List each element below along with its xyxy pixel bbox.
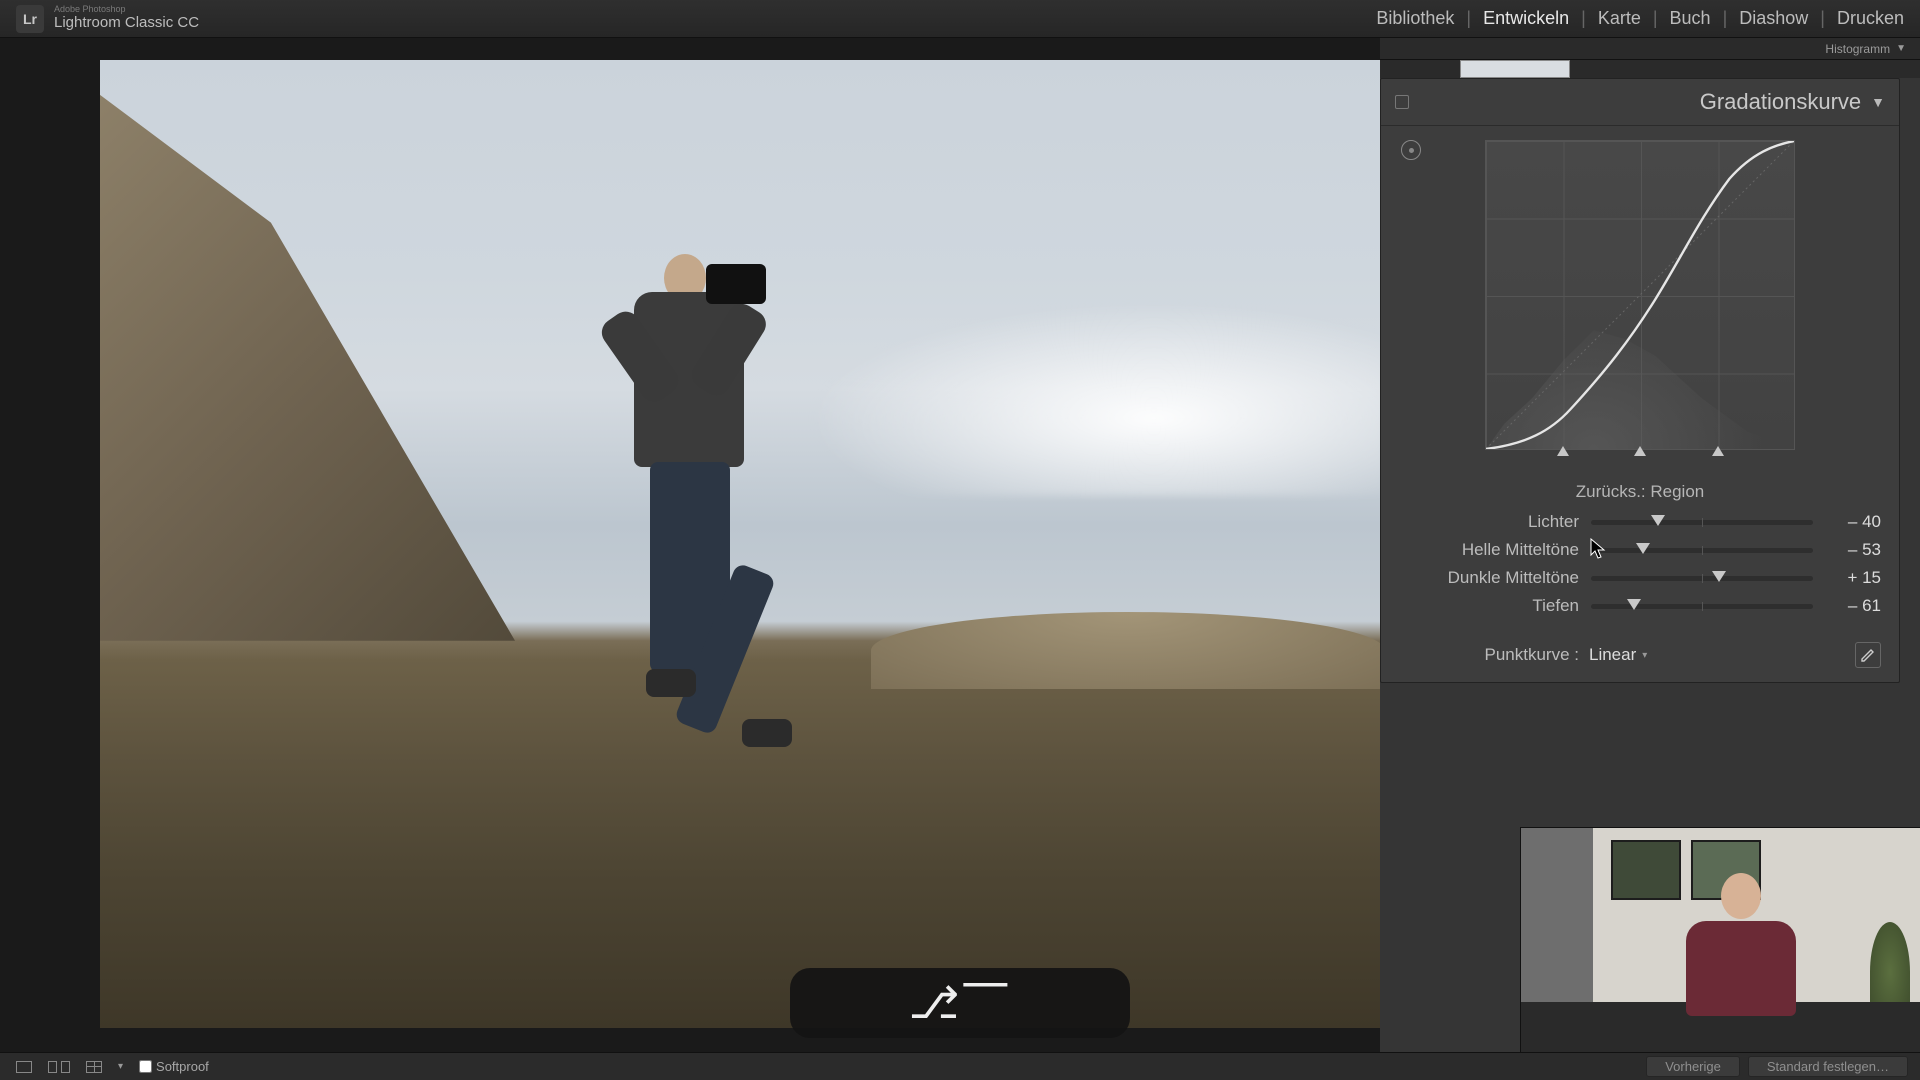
slider-label: Lichter: [1399, 512, 1579, 532]
view-before-after-button[interactable]: [44, 1059, 74, 1075]
keyboard-overlay: ⎇⎺: [790, 968, 1130, 1038]
panel-header[interactable]: Gradationskurve ▼: [1381, 79, 1899, 126]
softproof-toggle[interactable]: Softproof: [135, 1057, 213, 1076]
module-print[interactable]: Drucken: [1837, 8, 1904, 29]
image-canvas[interactable]: [100, 60, 1385, 1028]
app-topbar: Lr Adobe Photoshop Lightroom Classic CC …: [0, 0, 1920, 38]
app-identity: Lr Adobe Photoshop Lightroom Classic CC: [16, 5, 199, 33]
slider-thumb[interactable]: [1712, 571, 1726, 585]
region-split-handles[interactable]: [1485, 450, 1795, 466]
point-curve-row: Punktkurve : Linear ▾: [1381, 632, 1899, 682]
slider-lights: Helle Mitteltöne – 53: [1399, 536, 1881, 564]
panel-tabstrip: [1380, 60, 1920, 78]
slider-value[interactable]: + 15: [1825, 568, 1881, 588]
panel-toggle-switch[interactable]: [1395, 95, 1409, 109]
dropdown-icon: ▾: [1642, 650, 1647, 661]
softproof-checkbox[interactable]: [139, 1060, 152, 1073]
previous-button[interactable]: Vorherige: [1646, 1056, 1740, 1077]
edited-photo: [100, 60, 1385, 1028]
module-map[interactable]: Karte: [1598, 8, 1641, 29]
active-panel-thumb: [1460, 60, 1570, 78]
chevron-down-icon: ▼: [1896, 43, 1906, 54]
slider-thumb[interactable]: [1627, 599, 1641, 613]
slider-track[interactable]: [1591, 604, 1813, 609]
lightroom-icon: Lr: [16, 5, 44, 33]
slider-value[interactable]: – 53: [1825, 540, 1881, 560]
edit-point-curve-button[interactable]: [1855, 642, 1881, 668]
view-loupe-button[interactable]: [12, 1059, 36, 1075]
slider-value[interactable]: – 40: [1825, 512, 1881, 532]
region-sliders: Lichter – 40 Helle Mitteltöne – 53 Dunkl…: [1381, 506, 1899, 632]
view-grid-button[interactable]: [82, 1059, 106, 1075]
module-slideshow[interactable]: Diashow: [1739, 8, 1808, 29]
reset-defaults-button[interactable]: Standard festlegen…: [1748, 1056, 1908, 1077]
point-curve-label: Punktkurve :: [1399, 645, 1579, 665]
slider-thumb[interactable]: [1651, 515, 1665, 529]
module-nav: Bibliothek | Entwickeln | Karte | Buch |…: [1376, 8, 1904, 29]
softproof-label: Softproof: [156, 1059, 209, 1074]
bottom-toolbar: ▾ Softproof Vorherige Standard festlegen…: [0, 1052, 1920, 1080]
slider-track[interactable]: [1591, 548, 1813, 553]
slider-track[interactable]: [1591, 576, 1813, 581]
reset-region-label[interactable]: Zurücks.: Region: [1381, 476, 1899, 506]
slider-darks: Dunkle Mitteltöne + 15: [1399, 564, 1881, 592]
slider-label: Dunkle Mitteltöne: [1399, 568, 1579, 588]
key-glyph: ⎇⎺: [909, 978, 1012, 1029]
slider-label: Tiefen: [1399, 596, 1579, 616]
split-handle-highlights[interactable]: [1712, 446, 1724, 458]
tone-curve-panel: Gradationskurve ▼ Zurücks.: Region: [1380, 78, 1900, 683]
histogram-label: Histogramm: [1825, 42, 1890, 56]
mouse-cursor-icon: [1590, 538, 1606, 560]
module-library[interactable]: Bibliothek: [1376, 8, 1454, 29]
split-handle-shadows[interactable]: [1557, 446, 1569, 458]
slider-shadows: Tiefen – 61: [1399, 592, 1881, 620]
presenter-webcam: [1520, 827, 1920, 1052]
module-book[interactable]: Buch: [1670, 8, 1711, 29]
app-name: Lightroom Classic CC: [54, 15, 199, 32]
view-mode-dropdown[interactable]: ▾: [114, 1059, 127, 1074]
targeted-adjustment-tool[interactable]: [1401, 140, 1421, 160]
tone-curve-graph[interactable]: [1485, 140, 1795, 450]
split-handle-mid[interactable]: [1634, 446, 1646, 458]
panel-title: Gradationskurve: [1700, 89, 1861, 115]
module-develop[interactable]: Entwickeln: [1483, 8, 1569, 29]
point-curve-value: Linear: [1589, 645, 1636, 665]
point-curve-select[interactable]: Linear ▾: [1589, 645, 1647, 665]
slider-highlights: Lichter – 40: [1399, 508, 1881, 536]
chevron-down-icon[interactable]: ▼: [1871, 94, 1885, 110]
histogram-panel-header[interactable]: Histogramm ▼: [1380, 38, 1920, 60]
tone-curve-path[interactable]: [1486, 141, 1794, 449]
slider-value[interactable]: – 61: [1825, 596, 1881, 616]
slider-thumb[interactable]: [1636, 543, 1650, 557]
slider-track[interactable]: [1591, 520, 1813, 525]
pencil-icon: [1860, 647, 1876, 663]
slider-label: Helle Mitteltöne: [1399, 540, 1579, 560]
